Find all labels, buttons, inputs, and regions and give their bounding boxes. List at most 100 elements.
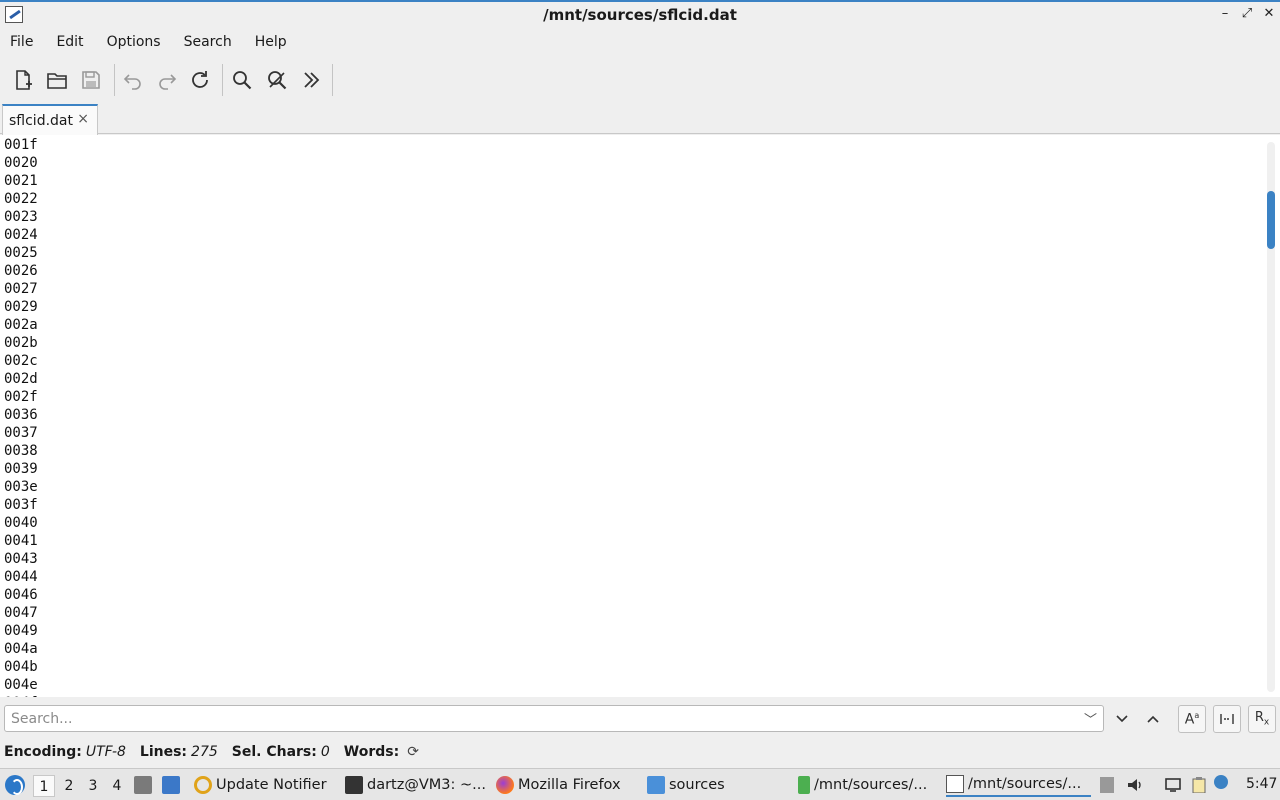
menu-search[interactable]: Search: [178, 34, 238, 50]
taskbar-item-firefox[interactable]: Mozilla Firefox: [496, 773, 636, 797]
save-icon[interactable]: [77, 66, 105, 94]
close-icon[interactable]: ✕: [1262, 7, 1276, 21]
clock[interactable]: 5:47: [1246, 776, 1277, 792]
taskbar-item-terminal[interactable]: dartz@VM3: ~...: [345, 773, 485, 797]
text-line[interactable]: 0043: [0, 550, 1262, 568]
text-line[interactable]: 003e: [0, 478, 1262, 496]
show-desktop-icon[interactable]: [162, 773, 184, 797]
desktop-3[interactable]: 3: [82, 775, 104, 797]
text-line[interactable]: 002a: [0, 316, 1262, 334]
clipboard-icon[interactable]: [1190, 777, 1208, 794]
text-line[interactable]: 002d: [0, 370, 1262, 388]
desktop-2[interactable]: 2: [58, 775, 80, 797]
text-line[interactable]: 0049: [0, 622, 1262, 640]
notification-icon[interactable]: [1214, 775, 1228, 789]
text-line[interactable]: 0037: [0, 424, 1262, 442]
match-case-icon[interactable]: Aa: [1178, 705, 1206, 733]
text-line[interactable]: 001f: [0, 136, 1262, 154]
tab-sflcid[interactable]: sflcid.dat ×: [2, 104, 98, 135]
menu-help[interactable]: Help: [249, 34, 293, 50]
text-line[interactable]: 004b: [0, 658, 1262, 676]
text-line[interactable]: 004a: [0, 640, 1262, 658]
text-line[interactable]: 004f: [0, 694, 1262, 697]
menu-file[interactable]: File: [4, 34, 39, 50]
taskbar-item-label: Update Notifier: [216, 777, 327, 793]
firefox-icon: [496, 776, 514, 794]
taskbar-item-label: /mnt/sources/...: [968, 776, 1082, 792]
lines-label: Lines:: [139, 744, 188, 760]
minimize-icon[interactable]: –: [1218, 7, 1232, 21]
scroll-thumb[interactable]: [1267, 191, 1275, 249]
text-editor[interactable]: 001f 0020 0021 0022 0023 0024 0025 0026 0027 0029…: [0, 135, 1262, 697]
text-line[interactable]: 0044: [0, 568, 1262, 586]
vertical-scrollbar[interactable]: [1262, 135, 1280, 697]
text-line[interactable]: 0026: [0, 262, 1262, 280]
text-line[interactable]: 0029: [0, 298, 1262, 316]
search-history-chevron-down-icon[interactable]: ﹀: [1084, 709, 1097, 728]
text-line[interactable]: 0020: [0, 154, 1262, 172]
text-line[interactable]: 0038: [0, 442, 1262, 460]
text-line[interactable]: 004e: [0, 676, 1262, 694]
regex-icon[interactable]: Rx: [1248, 705, 1276, 733]
find-previous-icon[interactable]: [1139, 705, 1167, 733]
text-line[interactable]: 0023: [0, 208, 1262, 226]
text-line[interactable]: 0046: [0, 586, 1262, 604]
taskbar-item-label: /mnt/sources/...: [814, 777, 928, 793]
text-line[interactable]: 0040: [0, 514, 1262, 532]
undo-icon[interactable]: [119, 66, 147, 94]
text-line[interactable]: 0024: [0, 226, 1262, 244]
text-line[interactable]: 0027: [0, 280, 1262, 298]
reload-icon[interactable]: [186, 66, 214, 94]
text-line[interactable]: 002f: [0, 388, 1262, 406]
text-line[interactable]: 0022: [0, 190, 1262, 208]
new-document-icon[interactable]: [9, 66, 37, 94]
menu-options[interactable]: Options: [101, 34, 167, 50]
text-line[interactable]: 003f: [0, 496, 1262, 514]
refresh-words-icon[interactable]: ⟳: [407, 744, 419, 760]
search-input[interactable]: [11, 710, 1071, 728]
text-line[interactable]: 002c: [0, 352, 1262, 370]
text-line[interactable]: 0047: [0, 604, 1262, 622]
text-line[interactable]: 002b: [0, 334, 1262, 352]
text-line[interactable]: 0041: [0, 532, 1262, 550]
file-manager-launcher-icon[interactable]: [134, 773, 156, 797]
find-next-icon[interactable]: [1108, 705, 1136, 733]
desktop-4[interactable]: 4: [106, 775, 128, 797]
network-icon[interactable]: [1164, 777, 1182, 793]
text-line[interactable]: 0039: [0, 460, 1262, 478]
text-line[interactable]: 0036: [0, 406, 1262, 424]
search-bar: ﹀ Aa Rx: [0, 700, 1280, 738]
open-folder-icon[interactable]: [43, 66, 71, 94]
taskbar-item-update-notifier[interactable]: Update Notifier: [194, 773, 334, 797]
volume-icon[interactable]: [1126, 777, 1144, 793]
search-field[interactable]: ﹀: [4, 705, 1104, 732]
taskbar-item-label: sources: [669, 777, 725, 793]
desktop-1[interactable]: 1: [33, 775, 55, 797]
redo-icon[interactable]: [153, 66, 181, 94]
taskbar-item-text-editor[interactable]: /mnt/sources/...: [946, 773, 1091, 797]
sel-chars-label: Sel. Chars:: [231, 744, 317, 760]
text-line[interactable]: 0025: [0, 244, 1262, 262]
menu-edit[interactable]: Edit: [50, 34, 89, 50]
maximize-icon[interactable]: ⤢: [1240, 7, 1254, 21]
text-line[interactable]: 0021: [0, 172, 1262, 190]
more-icon[interactable]: [297, 66, 325, 94]
update-icon: [194, 776, 212, 794]
taskbar-item-archive[interactable]: /mnt/sources/...: [798, 773, 938, 797]
whole-word-icon[interactable]: [1213, 705, 1241, 733]
find-icon[interactable]: [228, 66, 256, 94]
taskbar-item-label: dartz@VM3: ~...: [367, 777, 485, 793]
archive-icon: [798, 776, 810, 794]
taskbar-item-label: Mozilla Firefox: [518, 777, 621, 793]
folder-icon: [647, 776, 665, 794]
taskbar-item-sources[interactable]: sources: [647, 773, 787, 797]
menu-bar: File Edit Options Search Help: [0, 28, 1280, 56]
find-replace-icon[interactable]: [263, 66, 291, 94]
start-menu-icon[interactable]: [5, 775, 25, 795]
words-label: Words:: [343, 744, 400, 760]
removable-drive-icon[interactable]: [1100, 777, 1114, 793]
tab-close-icon[interactable]: ×: [77, 111, 89, 127]
toolbar: [0, 58, 1280, 102]
terminal-icon: [345, 776, 363, 794]
status-bar: Encoding: UTF-8 Lines: 275 Sel. Chars: 0…: [0, 740, 1280, 764]
